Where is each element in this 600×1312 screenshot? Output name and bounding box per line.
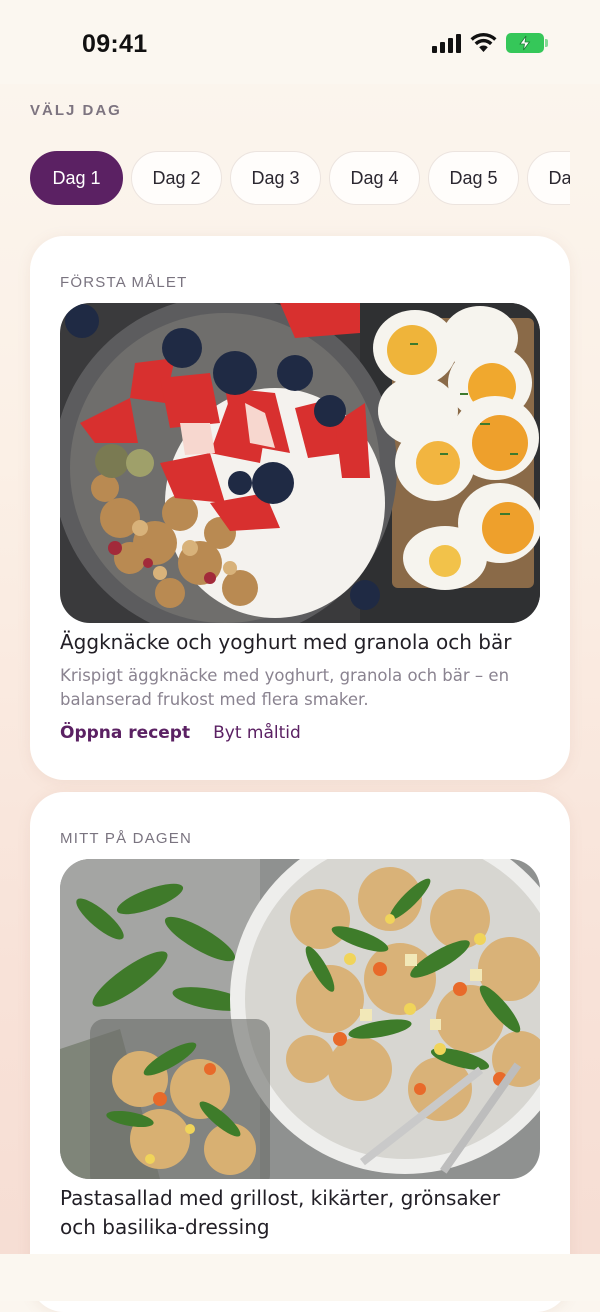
day-tab-6[interactable]: Dag 6	[527, 151, 570, 205]
day-tab-3[interactable]: Dag 3	[230, 151, 321, 205]
meal-card-lunch: MITT PÅ DAGEN Pastasallad med grillost, …	[30, 792, 570, 1312]
meal-title[interactable]: Äggknäcke och yoghurt med granola och bä…	[60, 628, 540, 657]
battery-charging-icon	[506, 33, 548, 53]
breakfast-photo-icon[interactable]	[60, 303, 540, 623]
day-tab-2[interactable]: Dag 2	[131, 151, 222, 205]
status-bar: 09:41	[0, 0, 600, 84]
wifi-icon	[470, 33, 497, 52]
day-tabs: Dag 1 Dag 2 Dag 3 Dag 4 Dag 5 Dag 6	[30, 151, 570, 207]
day-tab-1[interactable]: Dag 1	[30, 151, 123, 205]
meal-actions: Öppna recept Byt måltid	[60, 723, 301, 743]
status-time: 09:41	[82, 30, 148, 58]
open-recipe-button[interactable]: Öppna recept	[60, 723, 190, 743]
meal-label: MITT PÅ DAGEN	[60, 830, 193, 847]
day-picker-label: VÄLJ DAG	[30, 102, 122, 119]
meal-title[interactable]: Pastasallad med grillost, kikärter, grön…	[60, 1184, 540, 1242]
day-tab-5[interactable]: Dag 5	[428, 151, 519, 205]
meal-label: FÖRSTA MÅLET	[60, 274, 188, 291]
day-tab-4[interactable]: Dag 4	[329, 151, 420, 205]
meal-card-breakfast: FÖRSTA MÅLET Äggknäcke och yoghurt med g…	[30, 236, 570, 780]
bottom-bar	[0, 1254, 600, 1301]
cellular-signal-icon	[432, 33, 461, 53]
meal-description: Krispigt äggknäcke med yoghurt, granola …	[60, 666, 510, 709]
swap-meal-button[interactable]: Byt måltid	[213, 723, 301, 743]
status-icons	[432, 33, 548, 53]
pasta-salad-photo-icon[interactable]	[60, 859, 540, 1179]
